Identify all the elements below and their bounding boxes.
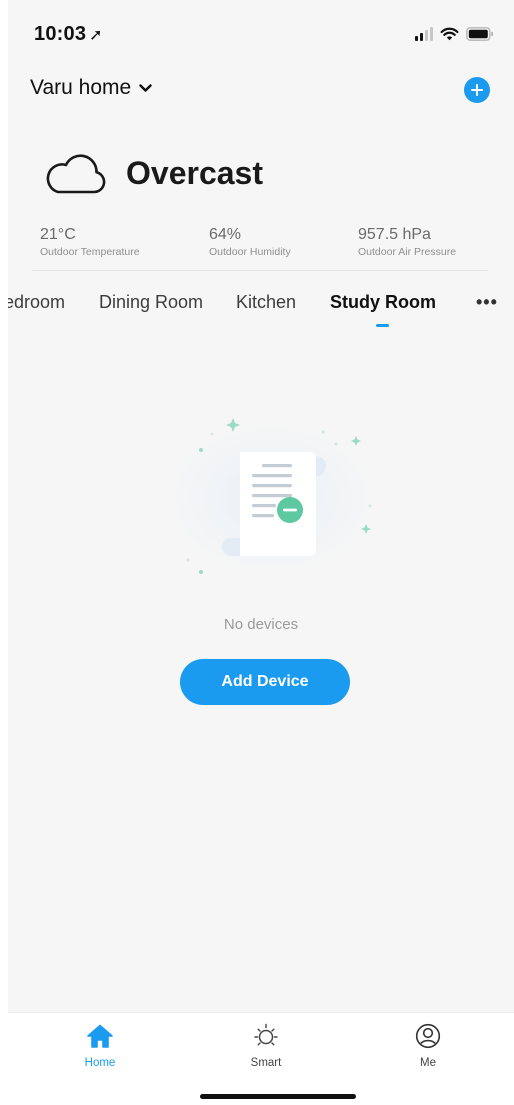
house-icon — [87, 1024, 113, 1048]
sun-icon — [254, 1023, 278, 1046]
stat-label: Outdoor Temperature — [40, 246, 140, 258]
stat-value: 21°C — [40, 226, 76, 243]
divider — [32, 270, 488, 271]
home-name: Varu home — [30, 76, 132, 99]
tab-me[interactable]: Me — [388, 1023, 468, 1069]
room-tabs: edroom Dining Room Kitchen Study Room — [8, 292, 514, 336]
tab-label: Me — [420, 1057, 436, 1069]
user-circle-icon — [415, 1023, 441, 1049]
stat-value: 64% — [209, 226, 242, 243]
location-arrow-icon: ➚ — [89, 27, 103, 44]
stat-label: Outdoor Humidity — [209, 246, 291, 258]
outdoor-air-pressure: 957.5 hPa Outdoor Air Pressure — [358, 226, 456, 258]
tab-home[interactable]: Home — [60, 1023, 140, 1069]
active-tab-indicator — [376, 324, 389, 327]
tab-bedroom[interactable]: edroom — [8, 292, 65, 313]
clock-text: 10:03 — [34, 23, 87, 45]
home-indicator — [200, 1094, 356, 1099]
tab-kitchen[interactable]: Kitchen — [236, 292, 296, 313]
status-icons — [415, 24, 494, 44]
weather-stats: 21°C Outdoor Temperature 64% Outdoor Hum… — [8, 226, 514, 266]
add-home-button[interactable] — [464, 77, 490, 103]
app-screen: 10:03 ➚ Varu home Overcast 21°C Outdoor … — [8, 0, 514, 1105]
bottom-tab-bar: Home Smart Me — [8, 1012, 514, 1105]
empty-state-message: No devices — [223, 616, 299, 633]
tab-label: Smart — [250, 1057, 282, 1069]
status-bar: 10:03 ➚ — [8, 0, 514, 68]
tab-label: Home — [84, 1057, 116, 1069]
outdoor-temperature: 21°C Outdoor Temperature — [40, 226, 140, 258]
tab-study-room[interactable]: Study Room — [330, 292, 436, 313]
cellular-signal-icon — [415, 27, 433, 41]
chevron-down-icon — [139, 83, 152, 92]
cloud-icon — [46, 154, 106, 194]
stat-label: Outdoor Air Pressure — [358, 246, 457, 258]
weather-condition: Overcast — [126, 154, 263, 191]
empty-document-illustration — [166, 418, 376, 574]
battery-icon — [466, 27, 493, 41]
home-selector[interactable]: Varu home — [30, 76, 152, 100]
tab-dining-room[interactable]: Dining Room — [99, 292, 203, 313]
outdoor-humidity: 64% Outdoor Humidity — [209, 226, 291, 258]
more-rooms-button[interactable]: ••• — [476, 292, 498, 313]
stat-value: 957.5 hPa — [358, 226, 431, 243]
status-time: 10:03 ➚ — [34, 23, 103, 46]
tab-smart[interactable]: Smart — [226, 1023, 306, 1069]
weather-summary: Overcast — [44, 148, 263, 198]
wifi-icon — [440, 27, 459, 41]
add-device-button[interactable]: Add Device — [180, 659, 350, 705]
